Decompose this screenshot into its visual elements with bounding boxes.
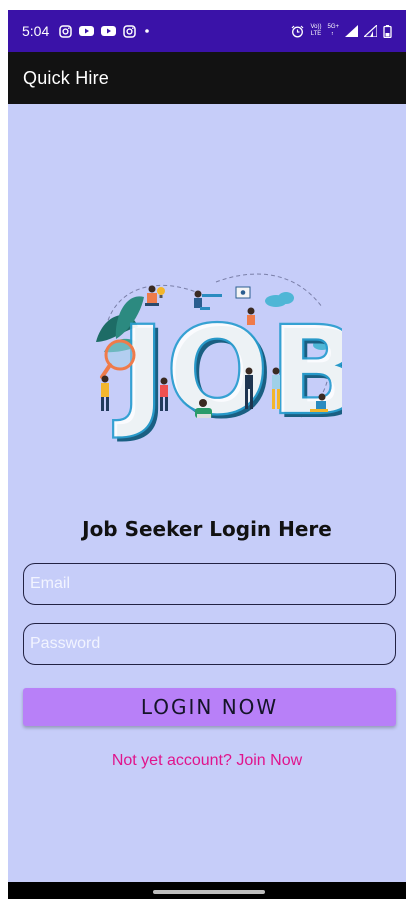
volte-line-1: Vo)) xyxy=(310,24,322,30)
instagram-icon xyxy=(123,24,136,38)
home-indicator[interactable] xyxy=(153,890,265,894)
job-illustration: JOB JOB xyxy=(96,273,342,445)
app-bar: Quick Hire xyxy=(8,52,406,104)
page-heading: Job Seeker Login Here xyxy=(82,517,332,541)
status-time: 5:04 xyxy=(22,23,50,39)
signal-icon xyxy=(364,25,377,37)
instagram-icon xyxy=(59,24,72,38)
5g-icon: 5G+ ⠆ xyxy=(327,24,339,37)
signal-icon xyxy=(345,25,358,37)
network-type: 5G+ xyxy=(327,24,339,30)
status-bar: 5:04 Vo)) LTE 5G+ ⠆ xyxy=(8,10,406,52)
navigation-bar xyxy=(8,882,406,899)
volte-line-2: LTE xyxy=(310,31,322,37)
youtube-icon xyxy=(101,26,117,36)
system-icons: Vo)) LTE 5G+ ⠆ xyxy=(291,24,392,38)
youtube-icon xyxy=(79,26,95,36)
app-title: Quick Hire xyxy=(23,67,110,88)
notification-dot-icon xyxy=(145,29,150,33)
volte-icon: Vo)) LTE xyxy=(310,24,321,38)
login-screen: JOB JOB Job Seeker Login Here Email LOGI… xyxy=(8,104,406,882)
login-button[interactable]: LOGIN NOW xyxy=(23,688,396,726)
email-field[interactable] xyxy=(23,563,396,605)
battery-icon xyxy=(383,24,392,38)
join-now-link[interactable]: Not yet account? Join Now xyxy=(8,752,406,770)
alarm-icon xyxy=(292,25,304,37)
password-field[interactable] xyxy=(23,623,396,665)
hero-text-outline: JOB xyxy=(113,300,342,442)
notification-icons xyxy=(59,24,151,38)
